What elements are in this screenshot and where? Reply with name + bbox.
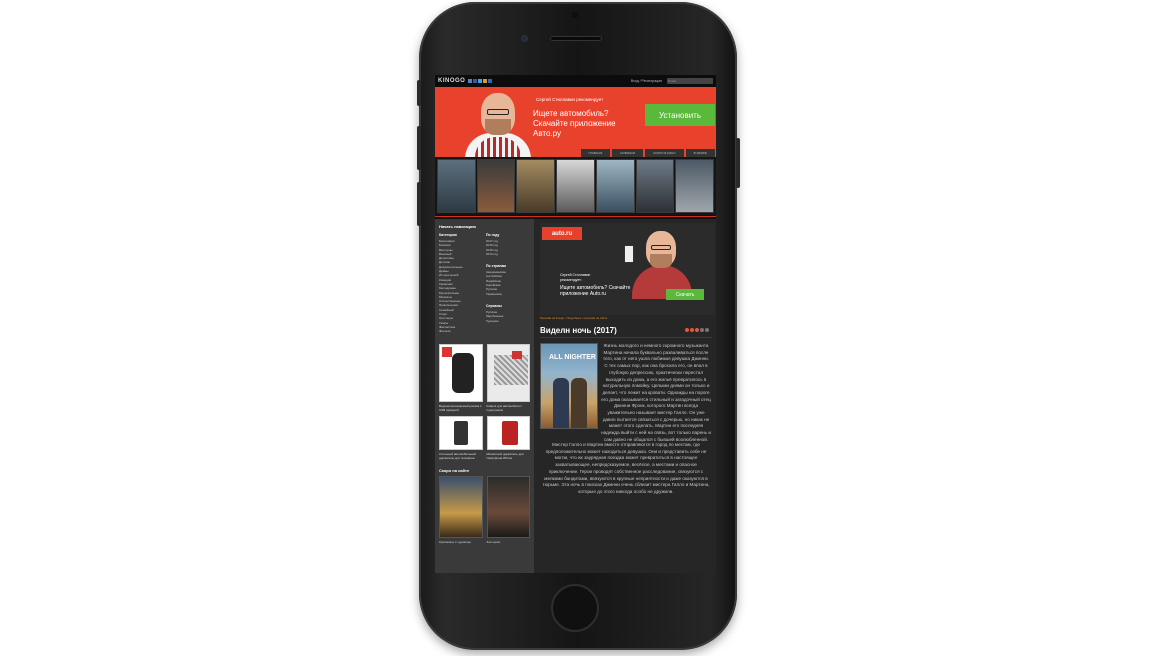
volume-down-button bbox=[417, 182, 421, 226]
coming-soon-row: Красавица и чудовище Зов крови bbox=[439, 475, 530, 544]
home-button[interactable] bbox=[551, 584, 599, 632]
star-icon[interactable] bbox=[685, 328, 689, 332]
banner-person-image bbox=[461, 89, 533, 157]
product-caption: Коврик для автомобиля с подогревом bbox=[486, 403, 523, 412]
product-ads-row: Стильный автомобильный держатель для тел… bbox=[439, 415, 530, 460]
categories-title: Категории bbox=[439, 233, 457, 237]
front-sensor bbox=[572, 12, 578, 18]
rating-stars[interactable] bbox=[685, 328, 709, 332]
banner-recommend-text: Сергей Стиллавин рекомендует bbox=[536, 97, 604, 102]
power-button bbox=[736, 138, 740, 188]
soon-poster bbox=[439, 475, 483, 538]
star-icon[interactable] bbox=[690, 328, 694, 332]
filters-column: По году 2017 год 2016 год 2015 год 2014 год… bbox=[486, 233, 530, 334]
auto-ru-logo: auto.ru bbox=[542, 227, 582, 240]
product-caption: Водонепроницаемый рюкзак с USB зарядкой bbox=[439, 403, 482, 412]
serials-title: Сериалы bbox=[486, 303, 502, 308]
product-ad[interactable]: Водонепроницаемый рюкзак с USB зарядкой bbox=[439, 343, 483, 412]
menu-item-soon[interactable]: СКОРО В КИНО bbox=[645, 149, 684, 157]
car-mat-image bbox=[486, 343, 530, 402]
auto-ru-banner[interactable]: Сергей Стиллавин рекомендует Ищете автом… bbox=[435, 87, 716, 157]
download-button[interactable]: Скачать bbox=[666, 289, 704, 300]
soon-poster bbox=[486, 475, 530, 538]
carousel-poster[interactable] bbox=[556, 159, 595, 213]
main-content: auto.ru Сергей Стиллавин рекомендует: Ищ… bbox=[534, 219, 716, 573]
mute-switch bbox=[417, 80, 421, 106]
facebook-icon[interactable] bbox=[473, 79, 478, 83]
twitter-icon[interactable] bbox=[478, 79, 483, 83]
movie-title[interactable]: Виделн ночь (2017) bbox=[540, 326, 617, 335]
coming-soon-item[interactable]: Зов крови bbox=[486, 475, 530, 544]
menu-item-new[interactable]: НОВИНКИ bbox=[612, 149, 643, 157]
movie-description: Жизнь молодого и немного скромного музык… bbox=[601, 343, 711, 442]
product-ad[interactable]: Стильный автомобильный держатель для тел… bbox=[439, 415, 483, 460]
star-icon[interactable] bbox=[700, 328, 704, 332]
menu-item-on-air[interactable]: В ЭФИРЕ bbox=[685, 149, 715, 157]
menu-item-home[interactable]: ГЛАВНАЯ bbox=[580, 149, 611, 157]
product-ad[interactable]: Коврик для автомобиля с подогревом bbox=[486, 343, 530, 412]
carousel-poster[interactable] bbox=[437, 159, 476, 213]
carousel-poster[interactable] bbox=[516, 159, 556, 213]
backpack-image bbox=[439, 343, 483, 402]
search-input[interactable]: Поиск bbox=[667, 78, 713, 84]
front-camera bbox=[521, 35, 528, 42]
phone-screen: KINOGO Вход / Регистрация Поиск Сергей С… bbox=[435, 75, 716, 573]
product-caption: Магнитный держатель для смартфона iPhone bbox=[486, 451, 524, 460]
odnoklassniki-icon[interactable] bbox=[483, 79, 488, 83]
coming-soon-item[interactable]: Красавица и чудовище bbox=[439, 475, 483, 544]
ad-caption[interactable]: Реклама на kinogo • Подробнее о рекламе … bbox=[540, 316, 715, 320]
countries-title: По странам bbox=[486, 264, 507, 269]
product-ads-row: Водонепроницаемый рюкзак с USB зарядкой … bbox=[439, 343, 530, 412]
smartphone-icon bbox=[624, 245, 634, 263]
star-icon[interactable] bbox=[705, 328, 709, 332]
category-link[interactable]: Фэнтези bbox=[439, 329, 483, 333]
carousel-poster[interactable] bbox=[635, 159, 675, 213]
volume-up-button bbox=[417, 126, 421, 170]
sidebar-title: Начать навигацию bbox=[439, 224, 476, 229]
product-ad[interactable]: Магнитный держатель для смартфона iPhone bbox=[486, 415, 530, 460]
magnet-holder-image bbox=[486, 415, 530, 450]
earpiece-speaker bbox=[550, 36, 602, 41]
star-icon[interactable] bbox=[695, 328, 699, 332]
years-title: По году bbox=[486, 233, 500, 237]
social-icons bbox=[468, 79, 493, 83]
main-menu: ГЛАВНАЯ НОВИНКИ СКОРО В КИНО В ЭФИРЕ bbox=[435, 149, 716, 157]
carousel-poster[interactable] bbox=[675, 159, 715, 213]
carousel-poster[interactable] bbox=[476, 159, 516, 213]
sidebar: Начать навигацию Категории Биография Боев… bbox=[435, 219, 534, 573]
install-button[interactable]: Установить bbox=[645, 104, 715, 126]
phone-holder-image bbox=[439, 415, 483, 450]
banner-headline: Ищете автомобиль? Скачайте приложение Ав… bbox=[533, 109, 616, 138]
vk-icon[interactable] bbox=[468, 79, 473, 83]
movie-description-continued: Мистер Галло и Мартин вместе отправляютс… bbox=[542, 442, 710, 494]
auto-ru-ad[interactable]: auto.ru Сергей Стиллавин рекомендует: Ищ… bbox=[540, 223, 715, 315]
product-caption: Стильный автомобильный держатель для тел… bbox=[439, 451, 476, 460]
poster-title: ALL NIGHTER bbox=[549, 354, 596, 361]
carousel-poster[interactable] bbox=[595, 159, 635, 213]
year-link[interactable]: 2014 год bbox=[486, 252, 530, 256]
ad-headline: Ищете автомобиль? Скачайте приложение Au… bbox=[560, 285, 631, 297]
mailru-icon[interactable] bbox=[488, 79, 493, 83]
login-link[interactable]: Вход / Регистрация bbox=[631, 79, 662, 83]
poster-carousel bbox=[435, 157, 716, 215]
title-divider bbox=[540, 337, 712, 338]
categories-column: Категории Биография Боевики Вестерны Военны… bbox=[439, 233, 483, 334]
serial-link[interactable]: Турецкие bbox=[486, 319, 530, 323]
movie-poster[interactable]: ALL NIGHTER bbox=[540, 343, 598, 429]
soon-caption: Красавица и чудовище bbox=[439, 539, 472, 544]
site-topbar: KINOGO Вход / Регистрация Поиск bbox=[435, 75, 716, 87]
ad-recommend-text: Сергей Стиллавин рекомендует: bbox=[560, 273, 591, 282]
soon-caption: Зов крови bbox=[486, 539, 501, 544]
stage: KINOGO Вход / Регистрация Поиск Сергей С… bbox=[0, 0, 1160, 656]
country-link[interactable]: Украинские bbox=[486, 292, 530, 296]
coming-soon-title: Скоро на сайте bbox=[439, 467, 470, 473]
site-logo[interactable]: KINOGO bbox=[438, 78, 465, 84]
